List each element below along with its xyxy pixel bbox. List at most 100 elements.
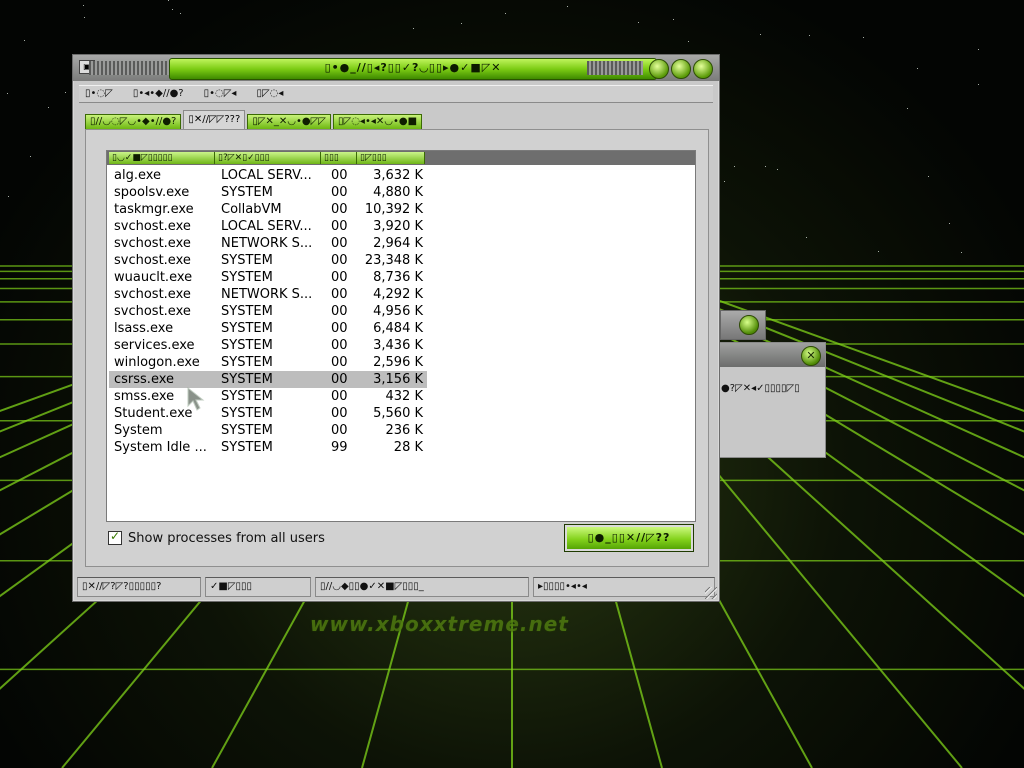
process-row[interactable]: System SYSTEM 00 236 K bbox=[109, 422, 427, 439]
process-row[interactable]: spoolsv.exe SYSTEM 00 4,880 K bbox=[109, 184, 427, 201]
status-extra: ▸▯▯▯▯•◂•◂ bbox=[533, 577, 715, 597]
tab-processes[interactable]: ▯✕//◸◸??? bbox=[183, 110, 246, 129]
process-cpu: 00 bbox=[331, 406, 348, 421]
background-window-tab[interactable] bbox=[720, 310, 766, 340]
process-user: CollabVM bbox=[221, 202, 282, 217]
process-cpu: 00 bbox=[331, 423, 348, 438]
title-bar[interactable]: ▣ ▯•●_//▯◂?▯▯✓?◡▯▯▸●✓■◸✕ bbox=[73, 55, 719, 81]
process-row[interactable]: taskmgr.exe CollabVM 00 10,392 K bbox=[109, 201, 427, 218]
process-user: NETWORK S... bbox=[221, 236, 313, 251]
background-dialog[interactable]: ✕ ●?◸✕◂✓▯▯▯▯◸▯ bbox=[718, 342, 826, 458]
process-memory: 2,964 K bbox=[373, 236, 423, 251]
close-icon[interactable] bbox=[693, 59, 713, 79]
show-all-users-checkbox[interactable] bbox=[108, 529, 122, 545]
process-cpu: 00 bbox=[331, 185, 348, 200]
process-row[interactable]: wuauclt.exe SYSTEM 00 8,736 K bbox=[109, 269, 427, 286]
process-name: System bbox=[114, 423, 163, 438]
task-manager-window: ▣ ▯•●_//▯◂?▯▯✓?◡▯▯▸●✓■◸✕ ▯•◌◸ ▯•◂•◆//●? … bbox=[72, 54, 720, 602]
process-user: SYSTEM bbox=[221, 321, 273, 336]
process-cpu: 00 bbox=[331, 287, 348, 302]
process-memory: 28 K bbox=[393, 440, 423, 455]
menu-options[interactable]: ▯•◂•◆//●? bbox=[133, 86, 184, 102]
resize-grip-icon[interactable] bbox=[705, 587, 717, 599]
process-cpu: 00 bbox=[331, 219, 348, 234]
process-cpu: 00 bbox=[331, 270, 348, 285]
menu-bar: ▯•◌◸ ▯•◂•◆//●? ▯•◌◸◂ ▯◸◌◂ bbox=[79, 85, 713, 103]
tab-strip: ▯//◡◌◸◡•◆•//●? ▯✕//◸◸??? ▯◸✕_✕◡•●◸◸ ▯◸◌◂… bbox=[85, 110, 424, 129]
process-row[interactable]: services.exe SYSTEM 00 3,436 K bbox=[109, 337, 427, 354]
end-process-button[interactable]: ▯●_▯▯✕//◸?? bbox=[564, 524, 694, 552]
process-row[interactable]: lsass.exe SYSTEM 00 6,484 K bbox=[109, 320, 427, 337]
show-all-users-option[interactable]: Show processes from all users bbox=[108, 529, 325, 546]
process-row[interactable]: winlogon.exe SYSTEM 00 2,596 K bbox=[109, 354, 427, 371]
process-row[interactable]: svchost.exe LOCAL SERV... 00 3,920 K bbox=[109, 218, 427, 235]
process-memory: 5,560 K bbox=[373, 406, 423, 421]
process-name: svchost.exe bbox=[114, 304, 191, 319]
process-cpu: 99 bbox=[331, 440, 348, 455]
tab-applications[interactable]: ▯//◡◌◸◡•◆•//●? bbox=[85, 114, 182, 129]
process-memory: 432 K bbox=[385, 389, 423, 404]
process-list[interactable]: ▯◡✓■◸▯▯▯▯▯ ▯?◸✕▯✓▯▯▯ ▯▯▯ ▯◸▯▯▯ alg.exe LO… bbox=[106, 150, 696, 522]
process-row[interactable]: smss.exe SYSTEM 00 432 K bbox=[109, 388, 427, 405]
process-row[interactable]: svchost.exe NETWORK S... 00 2,964 K bbox=[109, 235, 427, 252]
column-image-name[interactable]: ▯◡✓■◸▯▯▯▯▯ bbox=[109, 152, 215, 164]
process-name: lsass.exe bbox=[114, 321, 174, 336]
background-dialog-close-icon[interactable]: ✕ bbox=[801, 346, 821, 366]
process-cpu: 00 bbox=[331, 372, 348, 387]
process-name: winlogon.exe bbox=[114, 355, 200, 370]
menu-file[interactable]: ▯•◌◸ bbox=[85, 86, 113, 102]
process-row[interactable]: alg.exe LOCAL SERV... 00 3,632 K bbox=[109, 167, 427, 184]
process-cpu: 00 bbox=[331, 338, 348, 353]
column-cpu[interactable]: ▯▯▯ bbox=[321, 152, 357, 164]
process-memory: 8,736 K bbox=[373, 270, 423, 285]
process-row[interactable]: svchost.exe NETWORK S... 00 4,292 K bbox=[109, 286, 427, 303]
process-user: SYSTEM bbox=[221, 270, 273, 285]
menu-view[interactable]: ▯•◌◸◂ bbox=[204, 86, 237, 102]
process-list-header: ▯◡✓■◸▯▯▯▯▯ ▯?◸✕▯✓▯▯▯ ▯▯▯ ▯◸▯▯▯ bbox=[107, 151, 695, 165]
process-cpu: 00 bbox=[331, 389, 348, 404]
process-user: SYSTEM bbox=[221, 338, 273, 353]
process-memory: 4,292 K bbox=[373, 287, 423, 302]
process-cpu: 00 bbox=[331, 236, 348, 251]
process-row[interactable]: svchost.exe SYSTEM 00 23,348 K bbox=[109, 252, 427, 269]
column-user-name[interactable]: ▯?◸✕▯✓▯▯▯ bbox=[215, 152, 321, 164]
process-row[interactable]: Student.exe SYSTEM 00 5,560 K bbox=[109, 405, 427, 422]
process-name: spoolsv.exe bbox=[114, 185, 190, 200]
process-memory: 236 K bbox=[385, 423, 423, 438]
background-dialog-titlebar[interactable]: ✕ bbox=[719, 343, 825, 367]
process-name: svchost.exe bbox=[114, 236, 191, 251]
minimize-icon[interactable] bbox=[649, 59, 669, 79]
maximize-icon[interactable] bbox=[671, 59, 691, 79]
background-window-button-icon[interactable] bbox=[739, 315, 759, 335]
mouse-cursor-icon bbox=[187, 386, 205, 411]
process-memory: 3,632 K bbox=[373, 168, 423, 183]
process-row[interactable]: csrss.exe SYSTEM 00 3,156 K bbox=[109, 371, 427, 388]
menu-help[interactable]: ▯◸◌◂ bbox=[256, 86, 283, 102]
background-dialog-text: ●?◸✕◂✓▯▯▯▯◸▯ bbox=[721, 383, 800, 394]
status-commit-charge: ▯//◡◆▯▯●✓✕■◸▯▯▯_ bbox=[315, 577, 529, 597]
tab-performance[interactable]: ▯◸✕_✕◡•●◸◸ bbox=[247, 114, 331, 129]
process-memory: 3,436 K bbox=[373, 338, 423, 353]
process-name: svchost.exe bbox=[114, 253, 191, 268]
column-mem-usage[interactable]: ▯◸▯▯▯ bbox=[357, 152, 425, 164]
processes-panel: ▯◡✓■◸▯▯▯▯▯ ▯?◸✕▯✓▯▯▯ ▯▯▯ ▯◸▯▯▯ alg.exe LO… bbox=[85, 129, 709, 567]
status-cpu-usage: ✓■◸▯▯▯ bbox=[205, 577, 311, 597]
process-name: svchost.exe bbox=[114, 219, 191, 234]
process-user: SYSTEM bbox=[221, 355, 273, 370]
process-user: NETWORK S... bbox=[221, 287, 313, 302]
title-plate: ▯•●_//▯◂?▯▯✓?◡▯▯▸●✓■◸✕ bbox=[169, 58, 657, 80]
tab-networking[interactable]: ▯◸◌◂•◂✕◡•●■ bbox=[333, 114, 423, 129]
process-user: SYSTEM bbox=[221, 372, 273, 387]
process-row[interactable]: svchost.exe SYSTEM 00 4,956 K bbox=[109, 303, 427, 320]
process-user: LOCAL SERV... bbox=[221, 219, 312, 234]
status-processes-count: ▯✕//◸?◸?▯▯▯▯▯? bbox=[77, 577, 201, 597]
process-user: SYSTEM bbox=[221, 304, 273, 319]
process-user: SYSTEM bbox=[221, 389, 273, 404]
process-name: services.exe bbox=[114, 338, 195, 353]
window-title: ▯•●_//▯◂?▯▯✓?◡▯▯▸●✓■◸✕ bbox=[324, 61, 502, 74]
process-row[interactable]: System Idle ... SYSTEM 99 28 K bbox=[109, 439, 427, 456]
process-user: SYSTEM bbox=[221, 253, 273, 268]
status-bar: ▯✕//◸?◸?▯▯▯▯▯? ✓■◸▯▯▯ ▯//◡◆▯▯●✓✕■◸▯▯▯_ ▸… bbox=[77, 577, 715, 597]
process-cpu: 00 bbox=[331, 253, 348, 268]
process-name: taskmgr.exe bbox=[114, 202, 194, 217]
